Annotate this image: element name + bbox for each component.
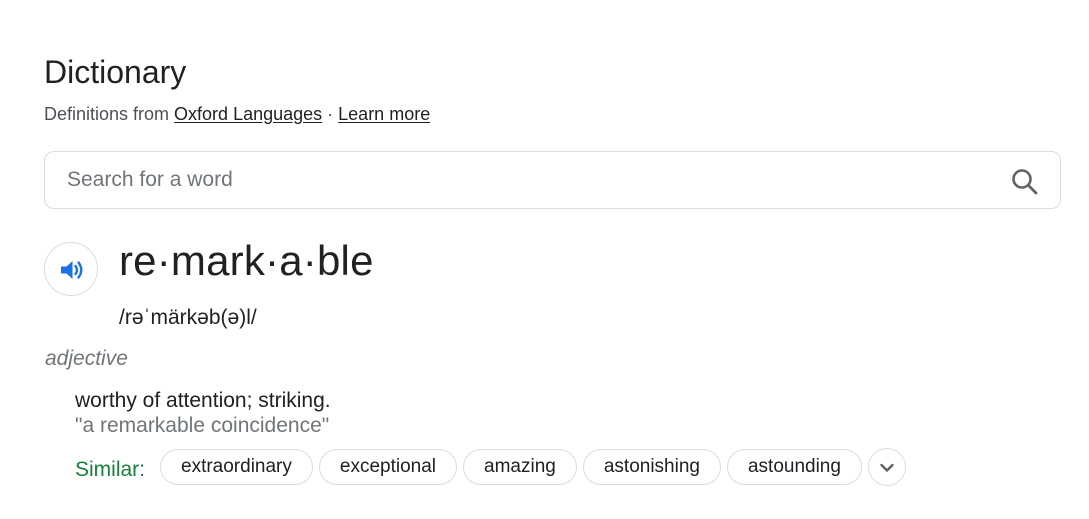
search-input[interactable] [67,152,967,208]
search-box [44,151,1061,209]
similar-chip[interactable]: astonishing [582,449,721,485]
source-separator: · [322,104,339,124]
chevron-down-icon [880,463,894,472]
learn-more-link[interactable]: Learn more [338,104,430,124]
speaker-button[interactable] [44,242,98,296]
phonetic-spelling: /rəˈmärkəb(ə)l/ [119,306,257,329]
similar-label: Similar: [75,458,146,481]
source-line: Definitions from Oxford Languages · Lear… [44,102,430,126]
headword: re·mark·a·ble [119,237,374,284]
part-of-speech: adjective [45,347,128,370]
show-more-similar-button[interactable] [867,448,906,486]
source-prefix: Definitions from [44,104,175,124]
definition-text: worthy of attention; striking. [75,389,331,412]
similar-chip[interactable]: extraordinary [160,449,313,485]
dictionary-panel: Dictionary Definitions from Oxford Langu… [0,0,1089,519]
example-text: "a remarkable coincidence" [75,414,330,437]
similar-words: extraordinary exceptional amazing astoni… [160,448,906,486]
similar-chip[interactable]: astounding [726,449,862,485]
oxford-languages-link[interactable]: Oxford Languages [174,104,322,124]
page-title: Dictionary [44,54,187,90]
similar-chip[interactable]: amazing [463,449,577,485]
search-icon[interactable] [1008,165,1042,199]
similar-chip[interactable]: exceptional [318,449,458,485]
speaker-icon [61,261,83,279]
